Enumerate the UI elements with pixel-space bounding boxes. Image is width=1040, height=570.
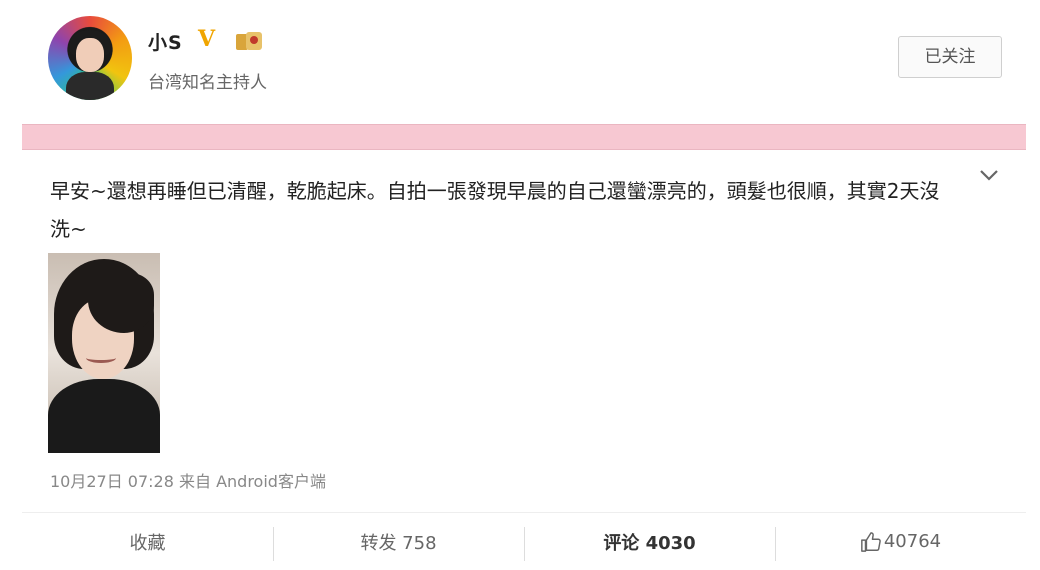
avatar[interactable] [48, 16, 132, 100]
divider-bar [22, 124, 1026, 150]
repost-label: 转发 758 [360, 532, 437, 554]
user-name[interactable]: 小S [148, 28, 183, 55]
action-bar: 收藏 转发 758 评论 4030 40764 [22, 512, 1026, 570]
chevron-down-icon[interactable] [978, 164, 1000, 186]
avatar-face [76, 38, 104, 72]
member-badge-icon [234, 30, 264, 52]
like-button[interactable]: 40764 [775, 513, 1026, 570]
favorite-button[interactable]: 收藏 [22, 513, 273, 570]
avatar-body [66, 72, 114, 100]
favorite-label: 收藏 [129, 532, 166, 554]
thumbs-up-icon [860, 531, 881, 552]
verified-icon: V [198, 26, 216, 52]
comment-button[interactable]: 评论 4030 [524, 513, 775, 570]
post-meta: 10月27日 07:28 来自 Android客户端 [50, 472, 326, 491]
post-header: 小S V 台湾知名主持人 已关注 [0, 0, 1040, 118]
user-description: 台湾知名主持人 [148, 73, 267, 93]
like-count: 40764 [883, 531, 942, 552]
follow-button[interactable]: 已关注 [898, 36, 1002, 78]
comment-label: 评论 4030 [603, 532, 696, 554]
post-text: 早安~還想再睡但已清醒，乾脆起床。自拍一張發現早晨的自己還蠻漂亮的，頭髮也很順，… [50, 179, 940, 241]
repost-button[interactable]: 转发 758 [273, 513, 524, 570]
post-photo[interactable] [48, 253, 160, 453]
